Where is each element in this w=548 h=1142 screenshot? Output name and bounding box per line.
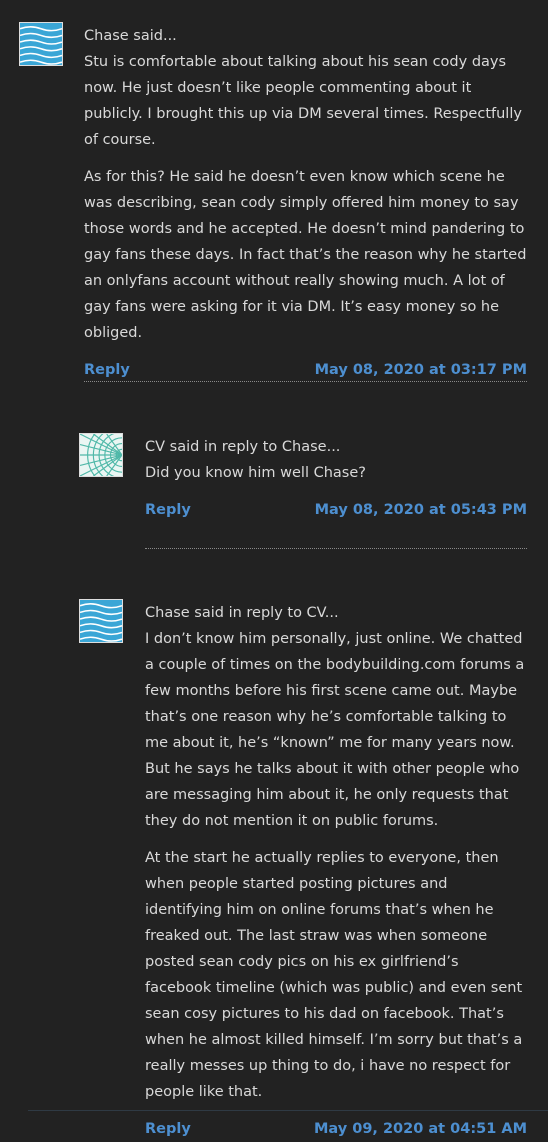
comment-author-line: Chase said in reply to CV... (145, 605, 339, 621)
footer-divider (28, 1110, 548, 1111)
wave-pattern-avatar-icon (19, 22, 63, 66)
comment-paragraph: At the start he actually replies to ever… (145, 850, 523, 1100)
fan-pattern-avatar-icon (79, 433, 123, 477)
comment-paragraph: As for this? He said he doesn’t even kno… (84, 169, 527, 341)
fan-pattern-avatar-svg (80, 434, 122, 476)
comment-meta: Reply May 09, 2020 at 04:51 AM (145, 1116, 527, 1142)
comment-2: CV said in reply to Chase... Did you kno… (145, 434, 527, 523)
reply-link[interactable]: Reply (145, 1116, 191, 1142)
reply-link[interactable]: Reply (145, 497, 191, 523)
comment-paragraph: I don’t know him personally, just online… (145, 631, 525, 829)
reply-link[interactable]: Reply (84, 357, 130, 383)
comment-3: Chase said in reply to CV... I don’t kno… (145, 600, 527, 1142)
comment-separator (84, 381, 527, 382)
comment-author-line: Chase said... (84, 28, 177, 44)
wave-pattern-avatar-svg (80, 600, 122, 642)
wave-pattern-avatar-icon (79, 599, 123, 643)
comment-paragraph: Stu is comfortable about talking about h… (84, 54, 522, 148)
comment-permalink-date[interactable]: May 08, 2020 at 03:17 PM (315, 357, 527, 383)
comment-separator (145, 548, 527, 549)
comment-permalink-date[interactable]: May 09, 2020 at 04:51 AM (314, 1116, 527, 1142)
comment-1: Chase said... Stu is comfortable about t… (84, 23, 527, 383)
comment-paragraph: Did you know him well Chase? (145, 465, 366, 481)
comment-meta: Reply May 08, 2020 at 05:43 PM (145, 497, 527, 523)
comment-author-line: CV said in reply to Chase... (145, 439, 341, 455)
comment-meta: Reply May 08, 2020 at 03:17 PM (84, 357, 527, 383)
comment-permalink-date[interactable]: May 08, 2020 at 05:43 PM (315, 497, 527, 523)
wave-pattern-avatar-svg (20, 23, 62, 65)
